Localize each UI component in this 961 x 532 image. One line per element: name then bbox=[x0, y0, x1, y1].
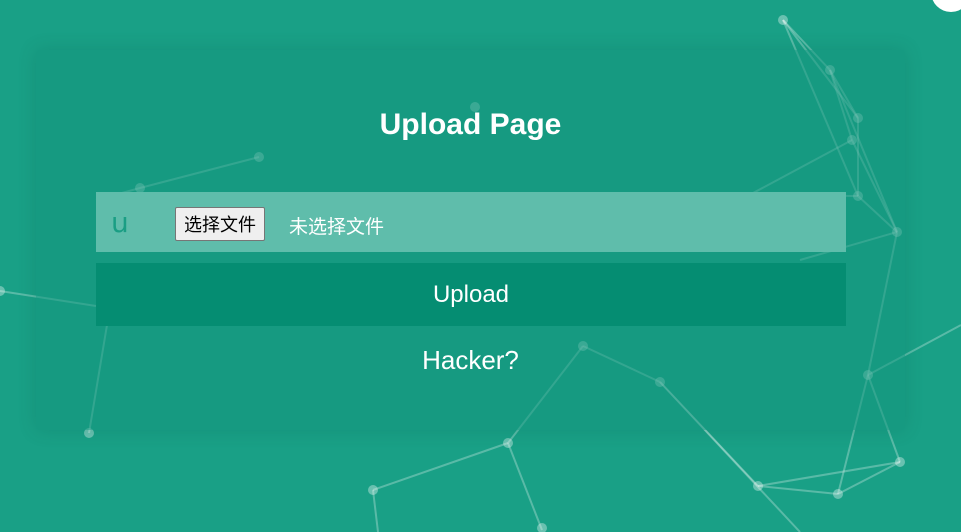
hacker-link[interactable]: Hacker? bbox=[36, 345, 905, 376]
upload-card: Upload Page u 选择文件 未选择文件 Upload Hacker? bbox=[36, 50, 905, 430]
upload-submit-button[interactable]: Upload bbox=[96, 263, 846, 326]
page-title: Upload Page bbox=[379, 108, 562, 141]
choose-file-button[interactable]: 选择文件 bbox=[175, 207, 265, 241]
no-file-selected-text: 未选择文件 bbox=[289, 216, 385, 238]
file-input-row: u 选择文件 未选择文件 bbox=[96, 192, 846, 252]
upload-icon: u bbox=[111, 206, 129, 239]
